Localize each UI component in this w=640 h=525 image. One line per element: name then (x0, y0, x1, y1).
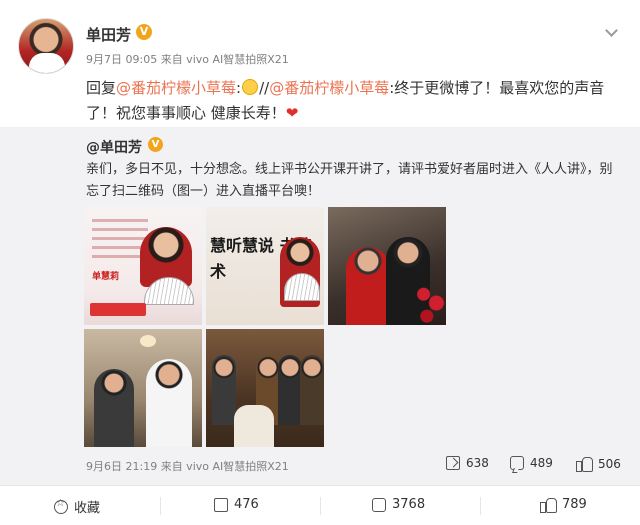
favorite-icon (54, 498, 68, 514)
original-time: 9月6日 21:19 来自 vivo AI智慧拍照X21 (86, 460, 289, 473)
divider (320, 497, 321, 515)
comment-icon (372, 497, 386, 512)
image-thumbnail[interactable] (328, 207, 446, 325)
share-button[interactable]: 476 (214, 497, 259, 512)
favorite-button[interactable]: 收藏 (54, 497, 100, 516)
like-count: 506 (598, 456, 621, 471)
comment-count: 489 (530, 456, 553, 470)
original-comment-button[interactable]: 489 (510, 456, 553, 470)
heart-icon: ❤ (285, 104, 299, 122)
author-name[interactable]: 单田芳 (86, 24, 131, 45)
image-thumbnail[interactable] (84, 329, 202, 447)
reply-colon: : (236, 79, 242, 97)
like-count: 789 (562, 497, 587, 512)
divider (480, 497, 481, 515)
avatar[interactable] (18, 18, 74, 74)
reply-prefix: 回复 (86, 79, 117, 97)
comment-button[interactable]: 3768 (372, 497, 425, 512)
image-thumbnail[interactable]: 单慧莉 (84, 207, 202, 325)
chevron-down-icon[interactable] (604, 22, 620, 38)
verified-icon: V (148, 137, 163, 152)
original-share-button[interactable]: 638 (446, 456, 489, 470)
divider (160, 497, 161, 515)
original-like-button[interactable]: 506 (576, 456, 621, 472)
share-count: 476 (234, 497, 259, 512)
emoji-smile-icon (242, 79, 259, 95)
like-icon (576, 456, 593, 472)
like-button[interactable]: 789 (540, 497, 587, 513)
reply-separator: // (259, 79, 270, 97)
image-thumbnail[interactable]: 慧听慧说 书艺术 (206, 207, 324, 325)
original-text: 亲们，多日不见，十分想念。线上评书公开课开讲了，请评书爱好者届时进入《人人讲》，… (86, 162, 613, 199)
share-icon (446, 456, 460, 470)
share-count: 638 (466, 456, 489, 470)
post-text: 回复@番茄柠檬小草莓://@番茄柠檬小草莓:终于更微博了！最喜欢您的声音了！祝您… (86, 76, 616, 126)
comment-count: 3768 (392, 497, 426, 512)
comment-icon (510, 456, 524, 470)
poster-name: 单慧莉 (92, 272, 120, 282)
mention-link[interactable]: @番茄柠檬小草莓 (116, 79, 236, 97)
mention-link[interactable]: @番茄柠檬小草莓 (269, 79, 389, 97)
image-thumbnail[interactable] (206, 329, 324, 447)
post-meta: 9月7日 09:05 来自 vivo AI智慧拍照X21 (86, 53, 289, 66)
original-author[interactable]: @单田芳 (86, 137, 142, 157)
verified-icon: V (136, 24, 152, 40)
share-icon (214, 497, 228, 512)
weibo-post: 单田芳 V 9月7日 09:05 来自 vivo AI智慧拍照X21 回复@番茄… (0, 0, 640, 525)
favorite-label: 收藏 (74, 501, 101, 516)
like-icon (540, 497, 557, 513)
